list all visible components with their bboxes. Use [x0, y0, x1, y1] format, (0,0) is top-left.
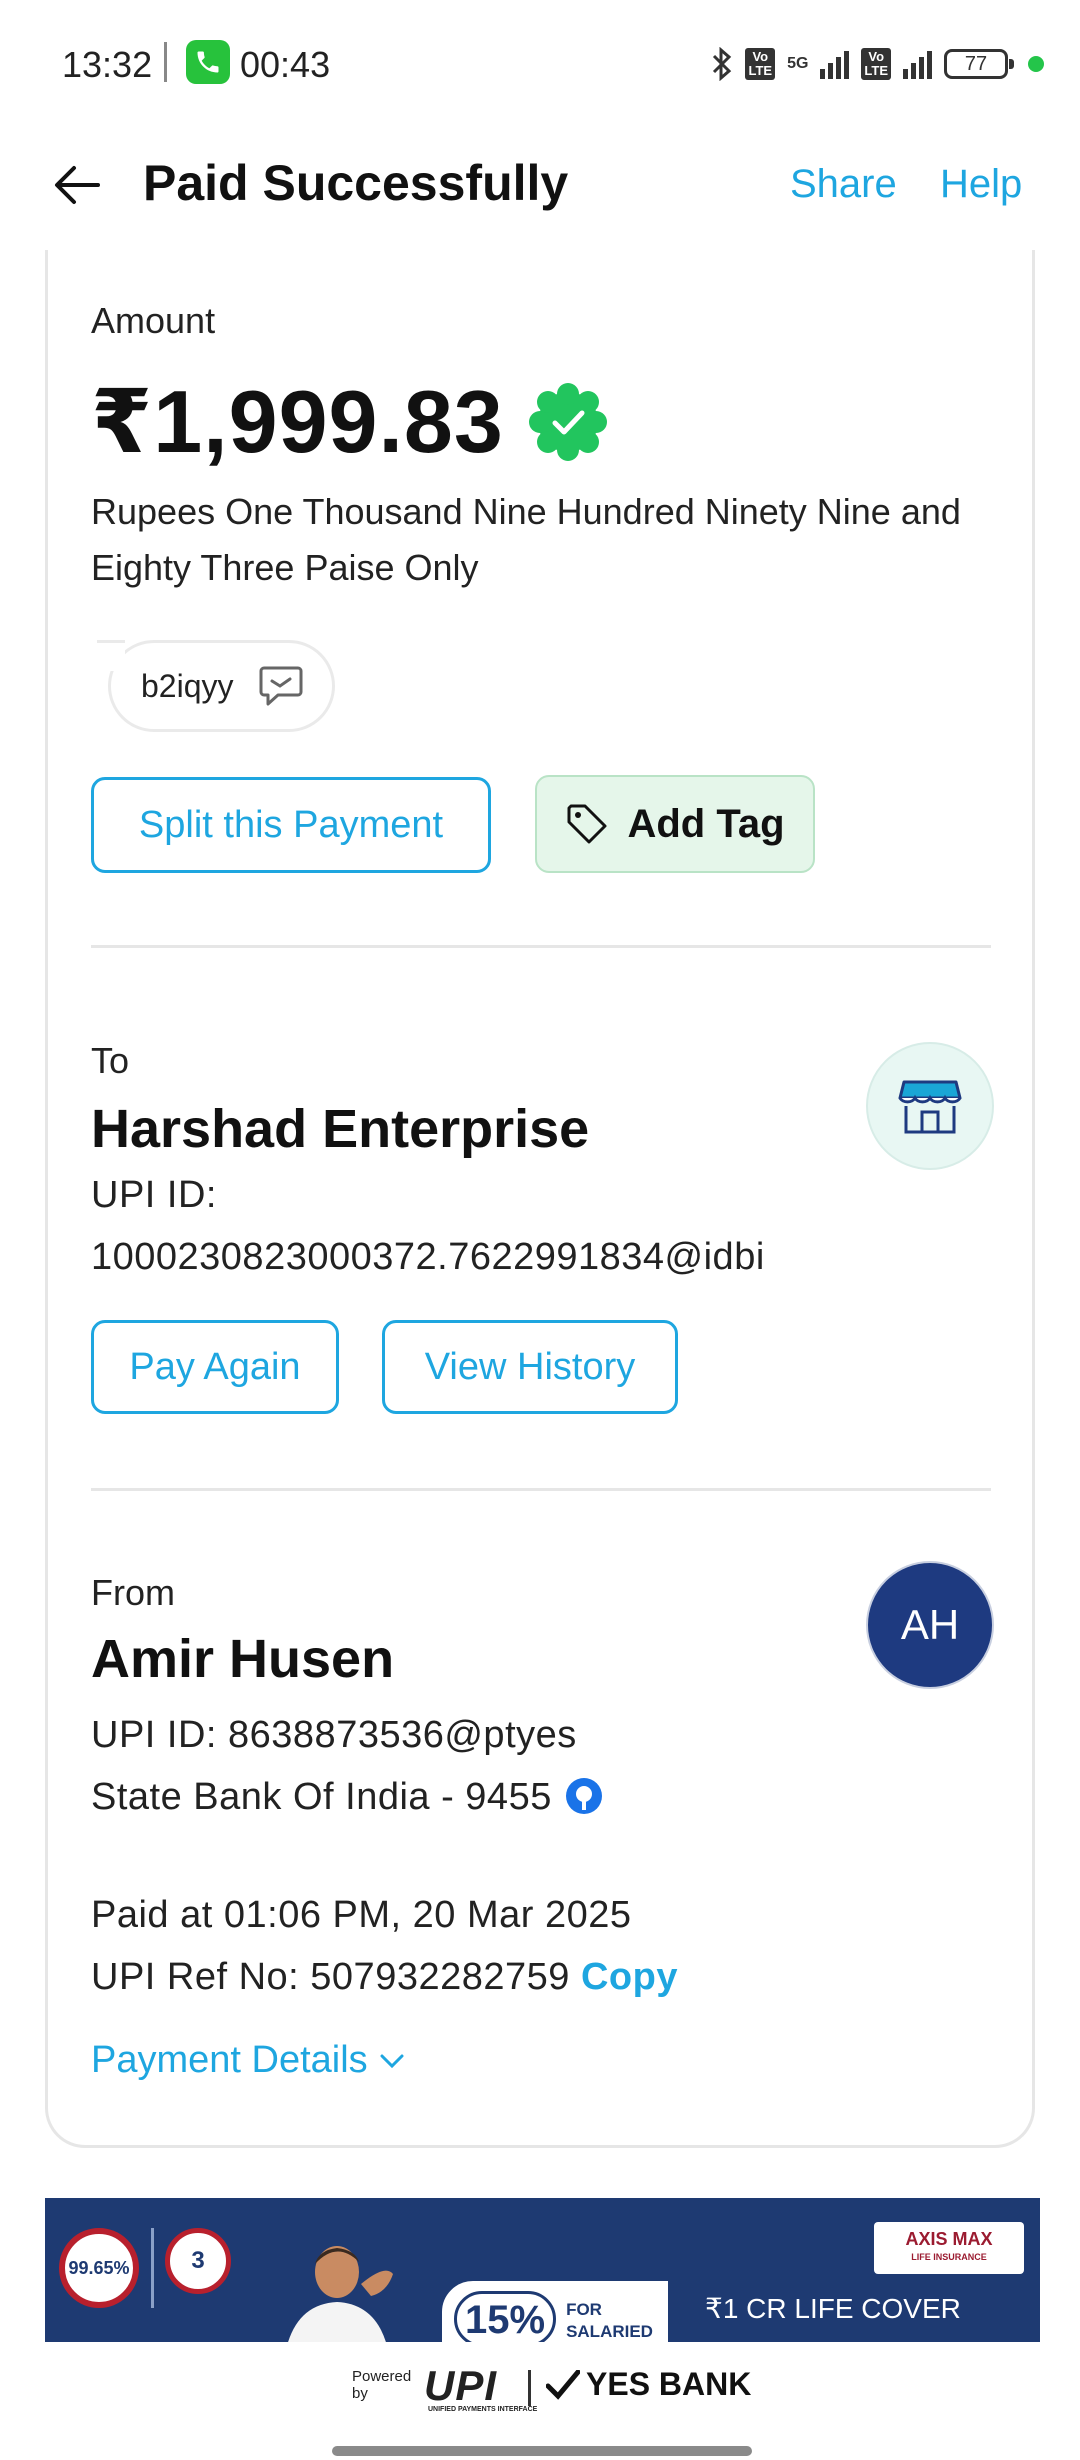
paid-at: Paid at 01:06 PM, 20 Mar 2025 — [91, 1894, 632, 1936]
status-icons: Vo LTE 5G Vo LTE 77 — [711, 42, 1044, 86]
add-tag-label: Add Tag — [627, 801, 785, 846]
brand-sub: LIFE INSURANCE — [911, 2252, 987, 2262]
powered-by-label: Powered by — [352, 2368, 412, 2402]
discount-badge: 15% FOR SALARIED — [439, 2278, 671, 2342]
upi-logo-sub: UNIFIED PAYMENTS INTERFACE — [428, 2406, 538, 2413]
tag-icon — [567, 804, 607, 844]
call-timer: 00:43 — [240, 44, 331, 85]
upi-ref-number: UPI Ref No: 507932282759 — [91, 1956, 570, 1998]
sender-bank-label: State Bank Of India - 9455 — [91, 1776, 552, 1818]
amount-value: ₹1,999.83 — [91, 372, 504, 471]
brand-logo: AXIS MAX LIFE INSURANCE — [874, 2222, 1024, 2274]
share-link[interactable]: Share — [790, 162, 897, 207]
discount-sub-2: SALARIED — [566, 2322, 653, 2341]
add-tag-button[interactable]: Add Tag — [535, 775, 815, 873]
upi-logo: UPI UNIFIED PAYMENTS INTERFACE — [424, 2362, 537, 2413]
receipt-card: Amount ₹1,999.83 Rupees One Thousand Nin… — [45, 250, 1035, 2148]
pay-again-button[interactable]: Pay Again — [91, 1320, 339, 1414]
home-indicator[interactable] — [332, 2446, 752, 2456]
volte-icon-2: Vo LTE — [861, 48, 891, 80]
ad-divider — [151, 2228, 154, 2308]
volte-icon: Vo LTE — [745, 48, 776, 80]
brand-name: AXIS MAX — [905, 2229, 993, 2249]
to-label: To — [91, 1040, 130, 1081]
yes-bank-name: YES BANK — [586, 2366, 752, 2402]
discount-percent: 15% — [454, 2291, 557, 2342]
discount-sub: FOR SALARIED — [566, 2291, 653, 2342]
network-type: 5G — [787, 55, 809, 72]
amount-row: ₹1,999.83 — [91, 370, 610, 473]
sender-bank: State Bank Of India - 9455 — [91, 1776, 602, 1819]
status-bar: 13:32 00:43 Vo LTE 5G Vo LTE 77 — [0, 0, 1080, 130]
page-title: Paid Successfully — [143, 155, 569, 211]
message-icon — [259, 666, 302, 706]
ad-person-image — [288, 2246, 393, 2342]
recipient-name: Harshad Enterprise — [91, 1099, 590, 1159]
yes-bank-logo: YES BANK — [546, 2366, 751, 2403]
yes-check-icon — [546, 2369, 580, 2400]
back-arrow-icon[interactable] — [50, 158, 104, 212]
divider — [91, 945, 991, 948]
recipient-upi-id: 1000230823000372.7622991834@idbi — [91, 1236, 765, 1278]
merchant-avatar — [866, 1042, 994, 1170]
payment-details-label: Payment Details — [91, 2039, 368, 2081]
upi-logo-text: UPI — [424, 2362, 498, 2409]
battery-icon: 77 — [944, 49, 1014, 79]
signal-icon — [820, 49, 850, 79]
hours-seal-badge: 3 — [165, 2228, 231, 2294]
help-link[interactable]: Help — [940, 162, 1022, 207]
bank-logo-icon — [565, 1778, 602, 1814]
payment-note: b2iqyy — [141, 667, 234, 704]
amount-label: Amount — [91, 300, 216, 341]
sender-name: Amir Husen — [91, 1629, 395, 1689]
insurance-ad-banner[interactable]: 99.65% 3 15% FOR SALARIED AXIS MAX LIFE I… — [45, 2198, 1040, 2342]
claims-seal-badge: 99.65% — [59, 2228, 139, 2308]
sender-upi-id: UPI ID: 8638873536@ptyes — [91, 1714, 577, 1756]
bluetooth-icon — [713, 47, 732, 81]
privacy-dot-icon — [1028, 56, 1044, 72]
footer-separator — [528, 2370, 531, 2406]
divider — [91, 1488, 991, 1491]
phone-call-icon[interactable] — [186, 40, 230, 84]
split-payment-button[interactable]: Split this Payment — [91, 777, 491, 873]
amount-in-words: Rupees One Thousand Nine Hundred Ninety … — [91, 491, 961, 588]
store-icon — [898, 1080, 962, 1134]
footer: Powered by UPI UNIFIED PAYMENTS INTERFACE… — [0, 2342, 1080, 2460]
recipient-upi-label: UPI ID: — [91, 1174, 217, 1216]
verified-check-icon — [528, 382, 607, 461]
status-separator — [164, 42, 167, 82]
upi-ref-row: UPI Ref No: 507932282759 Copy — [91, 1956, 678, 1999]
status-time: 13:32 — [62, 44, 153, 85]
app-header: Paid Successfully Share Help — [0, 140, 1080, 230]
from-label: From — [91, 1572, 175, 1613]
discount-sub-1: FOR — [566, 2300, 602, 2319]
signal-icon-2 — [903, 49, 932, 79]
copy-ref-button[interactable]: Copy — [581, 1956, 678, 1998]
payment-note-chip: b2iqyy — [97, 640, 335, 732]
chevron-down-icon — [380, 2054, 404, 2068]
payment-details-toggle[interactable]: Payment Details — [91, 2039, 404, 2082]
view-history-button[interactable]: View History — [382, 1320, 678, 1414]
sender-avatar: AH — [866, 1561, 994, 1689]
ad-cover-text: ₹1 CR LIFE COVER — [705, 2293, 961, 2324]
